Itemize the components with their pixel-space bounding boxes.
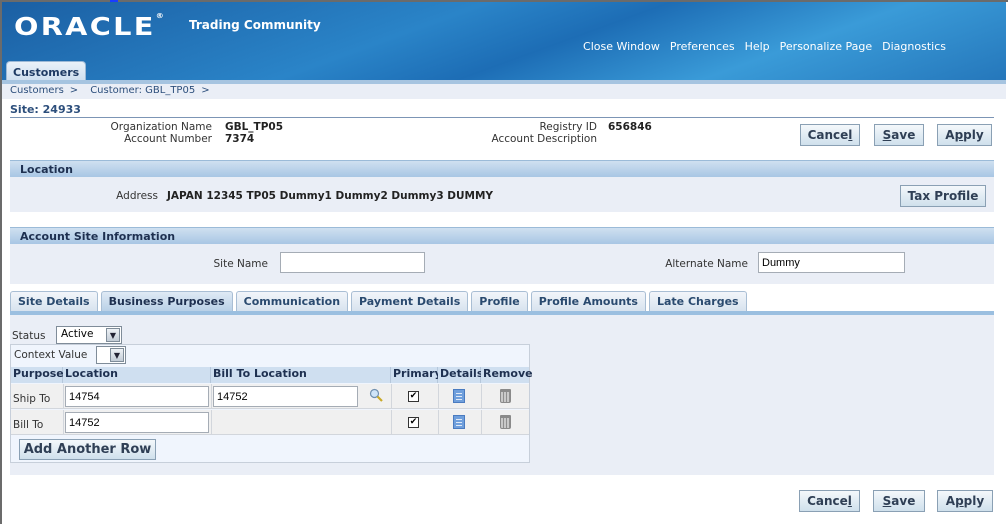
table-row: Bill To ✔ xyxy=(11,410,529,435)
alternate-name-input[interactable] xyxy=(758,252,905,273)
location-input[interactable] xyxy=(65,412,209,433)
trash-icon[interactable] xyxy=(500,415,511,429)
breadcrumb-separator: > xyxy=(201,85,210,96)
breadcrumb-customers[interactable]: Customers xyxy=(10,85,64,96)
trash-icon[interactable] xyxy=(500,389,511,403)
breadcrumb-separator: > xyxy=(69,85,79,96)
site-tabs: Site Details Business Purposes Communica… xyxy=(10,291,747,312)
app-header: ORACLE® Trading Community Close Window P… xyxy=(2,2,1006,84)
tab-site-details[interactable]: Site Details xyxy=(10,291,98,312)
close-window-link[interactable]: Close Window xyxy=(583,40,660,53)
chevron-down-icon: ▼ xyxy=(106,328,120,342)
column-header-primary: Primary xyxy=(391,367,442,383)
location-input[interactable] xyxy=(65,386,209,407)
account-number-label: Account Number xyxy=(124,133,212,145)
column-header-location: Location xyxy=(63,367,211,383)
details-icon[interactable] xyxy=(453,415,465,429)
tab-business-purposes[interactable]: Business Purposes xyxy=(100,291,233,312)
account-description-label: Account Description xyxy=(491,133,597,145)
registry-id-value: 656846 xyxy=(608,121,652,133)
context-value-select[interactable]: ▼ xyxy=(96,346,126,364)
purpose-cell: Ship To xyxy=(13,393,51,405)
column-header-remove: Remove xyxy=(481,367,533,383)
site-name-label: Site Name xyxy=(213,258,268,270)
breadcrumb-customer[interactable]: Customer: GBL_TP05 xyxy=(90,85,195,96)
tab-profile[interactable]: Profile xyxy=(471,291,528,312)
tax-profile-button[interactable]: Tax Profile xyxy=(900,185,986,207)
page-title: Site: 24933 xyxy=(10,103,81,116)
chevron-down-icon: ▼ xyxy=(110,348,124,362)
account-number-value: 7374 xyxy=(225,133,255,145)
global-links: Close Window Preferences Help Personaliz… xyxy=(583,40,946,53)
tab-late-charges[interactable]: Late Charges xyxy=(648,291,747,312)
tab-payment-details[interactable]: Payment Details xyxy=(351,291,469,312)
personalize-page-link[interactable]: Personalize Page xyxy=(780,40,873,53)
tab-profile-amounts[interactable]: Profile Amounts xyxy=(530,291,646,312)
registry-id-label: Registry ID xyxy=(539,121,597,133)
preferences-link[interactable]: Preferences xyxy=(670,40,735,53)
save-button-top[interactable]: Save xyxy=(874,124,924,146)
location-section-header: Location xyxy=(10,160,994,177)
column-header-bill-to-location: Bill To Location xyxy=(211,367,391,383)
column-header-purpose: Purpose xyxy=(11,367,64,383)
address-value: JAPAN 12345 TP05 Dummy1 Dummy2 Dummy3 DU… xyxy=(167,190,494,202)
help-link[interactable]: Help xyxy=(745,40,770,53)
organization-name-value: GBL_TP05 xyxy=(225,121,284,133)
oracle-logo: ORACLE® xyxy=(14,12,167,41)
table-row: Ship To ✔ xyxy=(11,384,529,409)
details-icon[interactable] xyxy=(453,389,465,403)
diagnostics-link[interactable]: Diagnostics xyxy=(882,40,946,53)
organization-name-label: Organization Name xyxy=(110,121,212,133)
site-name-input[interactable] xyxy=(280,252,425,273)
account-site-section-header: Account Site Information xyxy=(10,227,994,244)
business-purposes-table: Context Value ▼ Purpose Location Bill To… xyxy=(10,344,533,463)
breadcrumb: Customers > Customer: GBL_TP05 > xyxy=(10,85,210,96)
apply-button-top[interactable]: Ap ply xyxy=(937,124,992,146)
context-value-label: Context Value xyxy=(14,349,88,361)
title-divider xyxy=(10,117,994,118)
alternate-name-label: Alternate Name xyxy=(665,258,748,270)
cancel-button-bottom[interactable]: Cance l xyxy=(799,490,860,512)
app-name: Trading Community xyxy=(189,18,321,32)
address-label: Address xyxy=(116,190,158,202)
cancel-button-top[interactable]: Cance l xyxy=(800,124,860,146)
apply-button-bottom[interactable]: Ap ply xyxy=(937,490,993,512)
primary-checkbox[interactable]: ✔ xyxy=(408,391,419,402)
tab-communication[interactable]: Communication xyxy=(235,291,349,312)
column-header-details: Details xyxy=(438,367,483,383)
primary-checkbox[interactable]: ✔ xyxy=(408,417,419,428)
bill-to-location-input[interactable] xyxy=(213,386,358,407)
status-select[interactable]: Active ▼ xyxy=(56,326,122,344)
status-label: Status xyxy=(12,330,46,342)
purpose-cell: Bill To xyxy=(13,419,44,431)
add-another-row-button[interactable]: Add Another Row xyxy=(19,439,156,460)
save-button-bottom[interactable]: Save xyxy=(873,490,925,512)
search-icon[interactable] xyxy=(369,388,383,402)
